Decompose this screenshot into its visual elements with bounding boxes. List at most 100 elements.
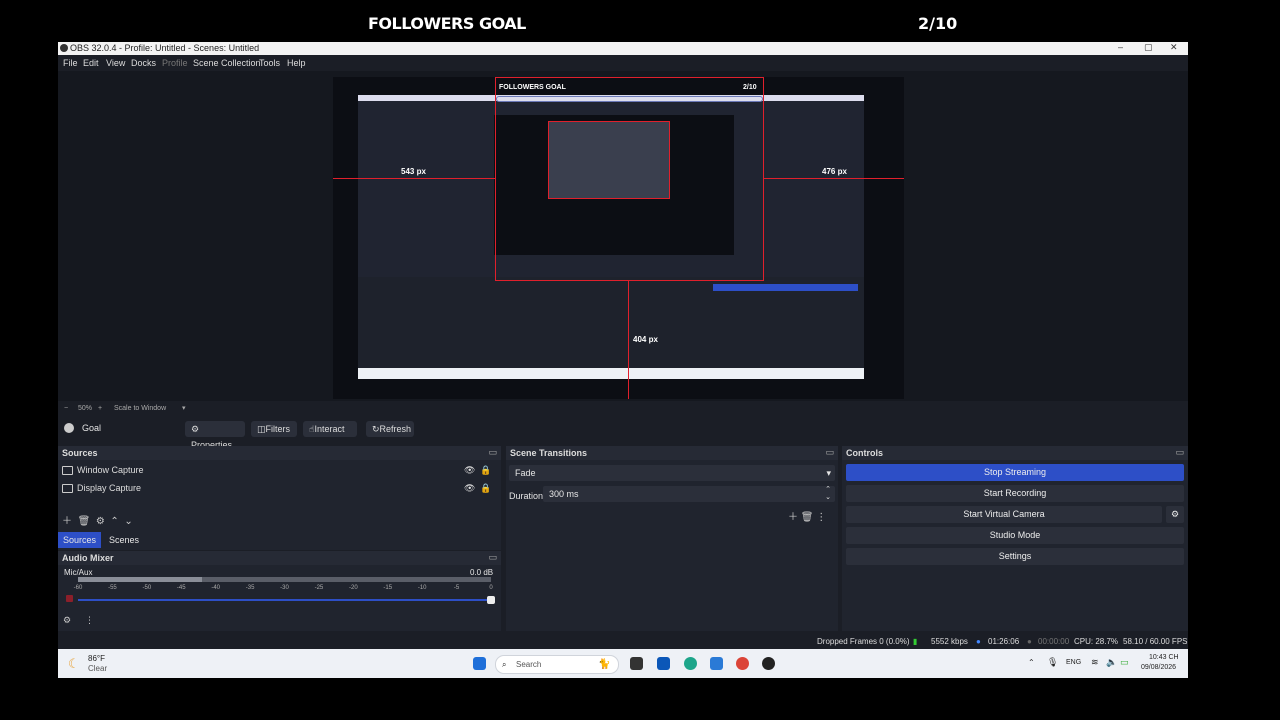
source-item[interactable]: Window Capture 👁 🔒	[62, 465, 492, 481]
battery-icon[interactable]: ▭	[1120, 657, 1129, 668]
scale-mode[interactable]: Scale to Window	[114, 405, 166, 412]
add-icon[interactable]: ＋	[788, 512, 798, 523]
weather-temp[interactable]: 86°F	[88, 654, 105, 663]
meter-tick-label: -50	[142, 585, 152, 591]
duration-field[interactable]: 300 ms ⌃ ⌄	[543, 486, 835, 502]
cat-widget-icon: 🐈	[598, 659, 611, 670]
obs-logo-icon	[60, 44, 68, 52]
interact-label: Interact	[314, 424, 345, 434]
record-icon: ●	[1027, 637, 1032, 646]
fps: 58.10 / 60.00 FPS	[1123, 637, 1188, 646]
file-explorer-icon[interactable]	[710, 657, 723, 670]
interact-button[interactable]: ☝Interact	[303, 421, 357, 437]
selected-source-name: Goal	[82, 423, 102, 433]
search-placeholder: Search	[516, 660, 542, 669]
chevron-up-icon[interactable]: ⌃	[110, 516, 118, 527]
scene-transitions-title: Scene Transitions	[510, 448, 588, 458]
properties-button[interactable]: ⚙ Properties	[185, 421, 245, 450]
add-icon[interactable]: ＋	[62, 516, 72, 527]
transition-select[interactable]: Fade ▾	[509, 465, 835, 481]
scene-transitions-dock: Scene Transitions ▭ Fade ▾ Duration 300 …	[506, 446, 838, 631]
start-recording-button[interactable]: Start Recording	[846, 485, 1184, 502]
taskbar-search[interactable]: ⌕ Search 🐈	[495, 655, 619, 674]
close-button[interactable]: ✕	[1170, 42, 1178, 53]
zoom-in-icon[interactable]: +	[98, 405, 102, 412]
menu-edit[interactable]: Edit	[83, 58, 99, 68]
audio-mixer-title-bar: Audio Mixer ▭	[58, 551, 501, 565]
meter-tick-label: -45	[176, 585, 186, 591]
minimize-button[interactable]: –	[1118, 42, 1123, 52]
window-icon	[62, 466, 73, 476]
lock-icon[interactable]: 🔒	[480, 483, 491, 494]
mute-icon[interactable]	[66, 595, 73, 602]
scale-dropdown-icon[interactable]: ▾	[182, 404, 186, 412]
menu-scene-collection[interactable]: Scene Collection	[193, 58, 261, 68]
more-icon[interactable]: ⋮	[816, 512, 826, 523]
visibility-eye-icon[interactable]: 👁	[464, 483, 475, 494]
clock-time[interactable]: 10:43 CH	[1149, 654, 1179, 661]
audio-mixer-title: Audio Mixer	[62, 553, 114, 563]
guide-right	[763, 77, 764, 281]
browser-source-icon	[64, 423, 74, 433]
chevron-up-icon[interactable]: ⌃	[1028, 658, 1035, 667]
monitor-icon	[62, 484, 73, 494]
sources-actions: ＋ 🗑 ⚙ ⌃ ⌄	[62, 512, 133, 527]
stop-streaming-button[interactable]: Stop Streaming	[846, 464, 1184, 481]
chrome-icon[interactable]	[736, 657, 749, 670]
menu-help[interactable]: Help	[287, 58, 306, 68]
menu-docks[interactable]: Docks	[131, 58, 156, 68]
dock-float-icon[interactable]: ▭	[488, 552, 497, 563]
zoom-level[interactable]: 50%	[78, 405, 92, 412]
visibility-eye-icon[interactable]: 👁	[464, 465, 475, 476]
virtual-camera-settings-gear-icon[interactable]: ⚙	[1166, 506, 1184, 523]
weather-moon-icon: ☾	[68, 656, 80, 671]
refresh-button[interactable]: ↻Refresh	[366, 421, 414, 437]
settings-button[interactable]: Settings	[846, 548, 1184, 565]
dock-float-icon[interactable]: ▭	[488, 447, 497, 458]
measure-left-label: 543 px	[401, 167, 426, 176]
tab-sources[interactable]: Sources	[58, 532, 101, 548]
mixer-gear-icon[interactable]: ⚙	[63, 615, 71, 626]
filters-label: Filters	[265, 424, 291, 434]
lock-icon[interactable]: 🔒	[480, 465, 491, 476]
clock-date[interactable]: 09/08/2026	[1141, 664, 1176, 671]
obs-taskbar-icon[interactable]	[762, 657, 775, 670]
menu-view[interactable]: View	[106, 58, 125, 68]
dock-float-icon[interactable]: ▭	[1175, 447, 1184, 458]
windows-start-icon[interactable]	[473, 657, 486, 670]
tab-scenes[interactable]: Scenes	[104, 532, 144, 548]
source-item[interactable]: Display Capture 👁 🔒	[62, 483, 492, 499]
speaker-icon[interactable]: 🔈	[1106, 657, 1117, 668]
spinner-icon[interactable]: ⌃ ⌄	[825, 486, 831, 502]
obs-window: OBS 32.0.4 - Profile: Untitled - Scenes:…	[58, 42, 1188, 678]
trash-icon[interactable]: 🗑	[801, 512, 814, 523]
filters-button[interactable]: ◫Filters	[251, 421, 297, 437]
refresh-label: Refresh	[379, 424, 412, 434]
mixer-menu-icon[interactable]: ⋮	[85, 615, 94, 626]
zoom-out-icon[interactable]: −	[64, 405, 68, 412]
volume-slider[interactable]	[78, 596, 495, 604]
trash-icon[interactable]: 🗑	[78, 516, 91, 527]
edge-icon[interactable]	[684, 657, 697, 670]
menu-profile[interactable]: Profile	[162, 58, 188, 68]
gear-icon[interactable]: ⚙	[96, 516, 105, 527]
measure-right-label: 476 px	[822, 167, 847, 176]
microphone-icon[interactable]: 🎙	[1047, 657, 1058, 668]
store-icon[interactable]	[657, 657, 670, 670]
studio-mode-button[interactable]: Studio Mode	[846, 527, 1184, 544]
scene-transitions-title-bar: Scene Transitions ▭	[506, 446, 838, 460]
dock-float-icon[interactable]: ▭	[825, 447, 834, 458]
volume-slider-handle[interactable]	[487, 596, 495, 604]
preview-canvas[interactable]: FOLLOWERS GOAL 2/10 543 px 476 px 404 px	[333, 77, 904, 399]
language-indicator[interactable]: ENG	[1066, 659, 1081, 666]
start-virtual-camera-button[interactable]: Start Virtual Camera	[846, 506, 1162, 523]
audio-mixer-dock: Audio Mixer ▭ Mic/Aux 0.0 dB -60 -55 -50 -4…	[58, 551, 501, 631]
task-view-icon[interactable]	[630, 657, 643, 670]
menu-file[interactable]: File	[63, 58, 78, 68]
menu-tools[interactable]: Tools	[259, 58, 280, 68]
meter-tick-label: -35	[245, 585, 255, 591]
taskbar: ☾ 86°F Clear ⌕ Search 🐈 ⌃ 🎙 ENG ≋ 🔈 ▭ 10…	[58, 649, 1188, 678]
chevron-down-icon[interactable]: ⌄	[124, 516, 132, 527]
maximize-button[interactable]: ▢	[1144, 42, 1153, 53]
wifi-icon[interactable]: ≋	[1091, 657, 1099, 668]
